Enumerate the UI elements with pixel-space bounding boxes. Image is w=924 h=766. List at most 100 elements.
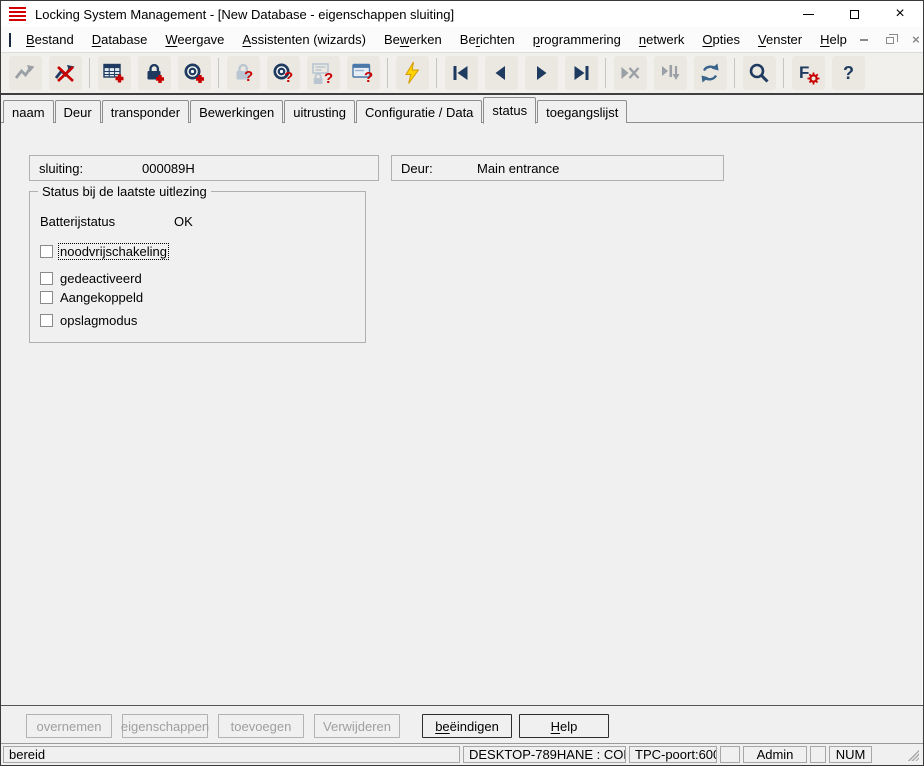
menu-item-bewerken[interactable]: Bewerken — [375, 28, 451, 51]
skip-cross-icon — [618, 61, 642, 85]
tab-configuratie-data[interactable]: Configuratie / Data — [356, 100, 482, 123]
lightning-button[interactable] — [396, 56, 429, 90]
overnemen-button[interactable]: overnemen — [26, 714, 112, 738]
lock-query-button[interactable]: ? — [227, 56, 260, 90]
opslagmodus-checkbox[interactable] — [40, 314, 53, 327]
tab-transponder[interactable]: transponder — [102, 100, 189, 123]
tab-deur[interactable]: Deur — [55, 100, 101, 123]
status-panel-tpc-poort-6001: TPC-poort:6001 — [629, 746, 717, 763]
gedeactiveerd-checkbox[interactable] — [40, 272, 53, 285]
svg-text:?: ? — [843, 63, 854, 83]
aangekoppeld-checkbox-label[interactable]: Aangekoppeld — [59, 290, 144, 305]
toolbar-separator — [218, 58, 219, 88]
beëindigen-button[interactable]: beëindigen — [422, 714, 512, 738]
svg-text:?: ? — [284, 69, 293, 85]
maximize-icon — [850, 10, 859, 19]
help-button[interactable]: ? — [832, 56, 865, 90]
verwijderen-button[interactable]: Verwijderen — [314, 714, 400, 738]
menu-item-assistenten-wizards[interactable]: Assistenten (wizards) — [233, 28, 375, 51]
transponder-add-icon — [182, 61, 206, 85]
checkbox-row-aangekoppeld: Aangekoppeld — [40, 290, 144, 305]
mdi-close-button[interactable]: × — [908, 33, 924, 47]
transponder-add-button[interactable] — [178, 56, 211, 90]
nav-prev-button[interactable] — [485, 56, 518, 90]
lock-add-button[interactable] — [138, 56, 171, 90]
skip-down-button[interactable] — [654, 56, 687, 90]
toolbar-separator — [387, 58, 388, 88]
nav-next-icon — [529, 61, 553, 85]
eigenschappen-button[interactable]: eigenschappen — [122, 714, 208, 738]
toevoegen-button[interactable]: toevoegen — [218, 714, 304, 738]
gedeactiveerd-checkbox-label[interactable]: gedeactiveerd — [59, 271, 143, 286]
opslagmodus-checkbox-label[interactable]: opslagmodus — [59, 313, 138, 328]
app-window: Locking System Management - [New Databas… — [0, 0, 924, 766]
nav-first-icon — [449, 61, 473, 85]
tab-bewerkingen[interactable]: Bewerkingen — [190, 100, 283, 123]
menu-item-venster[interactable]: Venster — [749, 28, 811, 51]
undo-arrow-button[interactable] — [9, 56, 42, 90]
footer-button-bar: overnemen eigenschappen toevoegen Verwijder… — [1, 705, 923, 743]
status-panel-admin: Admin — [743, 746, 807, 763]
menu-item-netwerk[interactable]: netwerk — [630, 28, 694, 51]
tab-page-status: sluiting: 000089H Deur: Main entrance St… — [1, 123, 923, 705]
search-button[interactable] — [743, 56, 776, 90]
help-button[interactable]: Help — [519, 714, 609, 738]
toolbar-separator — [783, 58, 784, 88]
lock-reader-query-button[interactable]: ? — [307, 56, 340, 90]
search-icon — [747, 61, 771, 85]
menu-item-help[interactable]: Help — [811, 28, 856, 51]
status-groupbox: Status bij de laatste uitlezing Batterij… — [29, 191, 366, 343]
toolbar-separator — [605, 58, 606, 88]
tab-toegangslijst[interactable]: toegangslijst — [537, 100, 627, 123]
nav-last-button[interactable] — [565, 56, 598, 90]
checkbox-row-noodvrijschakeling: noodvrijschakeling — [40, 244, 168, 259]
document-icon[interactable] — [9, 33, 11, 47]
svg-text:?: ? — [364, 69, 373, 85]
nav-first-button[interactable] — [445, 56, 478, 90]
transponder-query-button[interactable]: ? — [267, 56, 300, 90]
refresh-button[interactable] — [694, 56, 727, 90]
menu-item-database[interactable]: Database — [83, 28, 157, 51]
lock-query-icon: ? — [231, 61, 255, 85]
title-bar: Locking System Management - [New Databas… — [1, 1, 923, 27]
toolbar-separator — [89, 58, 90, 88]
skip-cross-button[interactable] — [614, 56, 647, 90]
battery-status-label: Batterijstatus — [40, 214, 115, 229]
tab-naam[interactable]: naam — [3, 100, 54, 123]
minimize-button[interactable] — [785, 1, 831, 27]
undo-cross-icon — [53, 61, 77, 85]
status-panel-empty — [810, 746, 826, 763]
menu-items: BestandDatabaseWeergaveAssistenten (wiza… — [17, 28, 856, 51]
menu-item-programmering[interactable]: programmering — [524, 28, 630, 51]
maximize-button[interactable] — [831, 1, 877, 27]
nav-next-button[interactable] — [525, 56, 558, 90]
close-icon: × — [895, 6, 904, 22]
menu-item-opties[interactable]: Opties — [693, 28, 749, 51]
mdi-minimize-button[interactable] — [856, 33, 872, 47]
tab-status[interactable]: status — [483, 97, 536, 124]
mdi-restore-button[interactable] — [882, 33, 898, 47]
noodvrijschakeling-checkbox[interactable] — [40, 245, 53, 258]
sluiting-label: sluiting: — [39, 161, 83, 176]
toolbar: ???? F? — [1, 53, 923, 95]
aangekoppeld-checkbox[interactable] — [40, 291, 53, 304]
noodvrijschakeling-checkbox-label[interactable]: noodvrijschakeling — [59, 244, 168, 259]
transponder-query-icon: ? — [271, 61, 295, 85]
tab-uitrusting[interactable]: uitrusting — [284, 100, 355, 123]
window-query-button[interactable]: ? — [347, 56, 380, 90]
menu-item-weergave[interactable]: Weergave — [156, 28, 233, 51]
filter-gear-button[interactable]: F — [792, 56, 825, 90]
checkbox-row-opslagmodus: opslagmodus — [40, 313, 138, 328]
undo-cross-button[interactable] — [49, 56, 82, 90]
status-groupbox-title: Status bij de laatste uitlezing — [38, 184, 211, 199]
menu-item-bestand[interactable]: Bestand — [17, 28, 83, 51]
toolbar-separator — [436, 58, 437, 88]
close-button[interactable]: × — [877, 1, 923, 27]
status-message: bereid — [3, 746, 460, 763]
deur-value: Main entrance — [477, 161, 559, 176]
window-query-icon: ? — [351, 61, 375, 85]
menu-item-berichten[interactable]: Berichten — [451, 28, 524, 51]
table-add-button[interactable] — [98, 56, 131, 90]
svg-text:?: ? — [244, 68, 253, 85]
resize-grip[interactable] — [875, 746, 921, 763]
